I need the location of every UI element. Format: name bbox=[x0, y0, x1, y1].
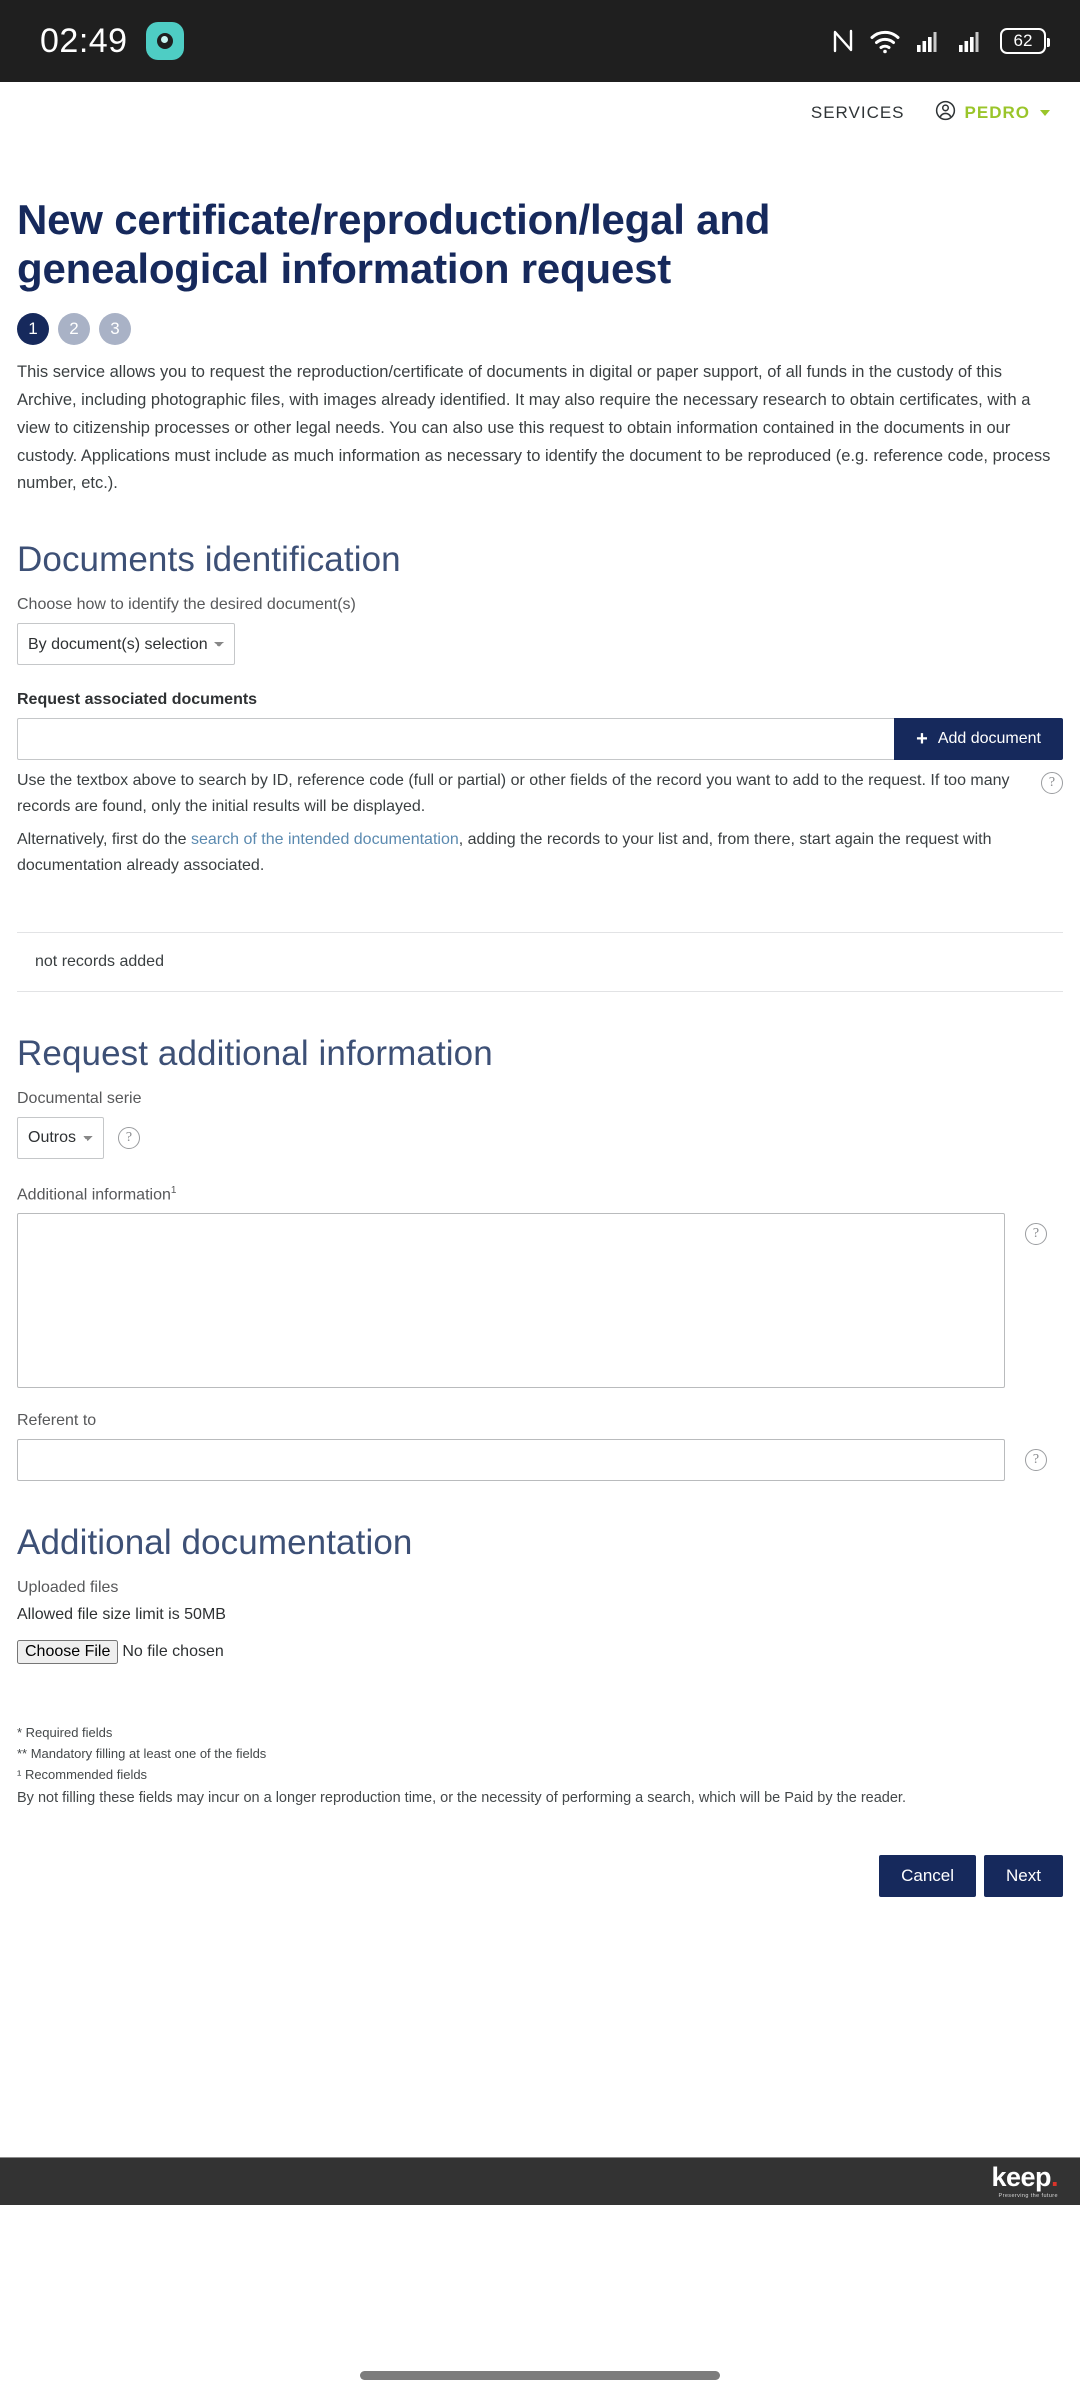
battery-level: 62 bbox=[1013, 31, 1033, 50]
status-bar-clock: 02:49 bbox=[40, 21, 128, 60]
battery-indicator: 62 bbox=[1000, 28, 1050, 54]
help-circle-icon[interactable]: ? bbox=[1025, 1222, 1047, 1245]
help-circle-icon[interactable]: ? bbox=[1025, 1448, 1047, 1471]
search-hint-text: Use the textbox above to search by ID, r… bbox=[17, 768, 1031, 880]
keep-logo[interactable]: keep. Preserving the future bbox=[991, 2164, 1058, 2200]
referent-to-label: Referent to bbox=[17, 1411, 97, 1429]
page-content: New certificate/reproduction/legal and g… bbox=[0, 196, 1080, 1897]
hint-pre-text: Alternatively, first do the bbox=[17, 830, 191, 848]
additional-information-label-superscript: 1 bbox=[170, 1184, 177, 1196]
additional-information-label-text: Additional information bbox=[17, 1185, 171, 1203]
cellular-signal-icon bbox=[916, 28, 942, 54]
cancel-button[interactable]: Cancel bbox=[879, 1854, 977, 1897]
referent-to-input[interactable] bbox=[17, 1438, 1005, 1481]
step-1[interactable]: 1 bbox=[17, 313, 49, 346]
add-document-button[interactable]: + Add document bbox=[894, 718, 1063, 761]
keep-logo-word: keep. bbox=[991, 2164, 1058, 2191]
help-circle-icon[interactable]: ? bbox=[1041, 772, 1063, 795]
documental-serie-label: Documental serie bbox=[17, 1089, 142, 1107]
camera-app-icon bbox=[145, 22, 184, 60]
search-hint-line-1: Use the textbox above to search by ID, r… bbox=[17, 772, 1010, 816]
search-hint-line-2: Alternatively, first do the search of th… bbox=[17, 827, 1031, 880]
documental-serie-row: Outros ? bbox=[17, 1116, 1063, 1159]
search-documentation-link[interactable]: search of the intended documentation bbox=[191, 831, 459, 848]
nfc-icon bbox=[832, 28, 854, 54]
android-gesture-bar[interactable] bbox=[360, 2371, 720, 2380]
plus-icon: + bbox=[916, 728, 928, 751]
status-bar-left: 02:49 bbox=[40, 22, 184, 61]
keep-logo-text: keep bbox=[991, 2162, 1051, 2192]
services-link[interactable]: SERVICES bbox=[811, 103, 905, 123]
step-indicator: 1 2 3 bbox=[17, 313, 1063, 346]
identify-method-select[interactable]: By document(s) selection bbox=[17, 623, 235, 666]
site-header: SERVICES PEDRO bbox=[0, 82, 1080, 144]
user-circle-icon bbox=[935, 100, 956, 126]
footnote-recommended: ¹ Recommended fields bbox=[17, 1767, 148, 1783]
site-footer: keep. Preserving the future bbox=[0, 2157, 1080, 2205]
keep-logo-dot: . bbox=[1050, 2162, 1059, 2192]
wifi-icon bbox=[870, 28, 900, 54]
documents-identification-heading: Documents identification bbox=[17, 540, 401, 580]
choose-identify-label: Choose how to identify the desired docum… bbox=[17, 596, 356, 614]
add-document-label: Add document bbox=[937, 730, 1041, 748]
next-button[interactable]: Next bbox=[984, 1854, 1063, 1897]
keep-logo-tagline: Preserving the future bbox=[998, 2193, 1058, 2199]
page-title: New certificate/reproduction/legal and g… bbox=[17, 196, 771, 292]
documental-serie-select[interactable]: Outros bbox=[17, 1116, 104, 1159]
status-bar-right: 62 bbox=[832, 28, 1050, 54]
request-associated-documents-label: Request associated documents bbox=[17, 691, 258, 709]
uploaded-files-label: Uploaded files bbox=[17, 1578, 119, 1596]
associated-documents-search-row: + Add document bbox=[17, 718, 1063, 761]
search-hint-block: Use the textbox above to search by ID, r… bbox=[17, 768, 1063, 880]
footnote-required: * Required fields bbox=[17, 1724, 113, 1740]
file-upload-input[interactable] bbox=[17, 1639, 320, 1664]
file-size-note: Allowed file size limit is 50MB bbox=[17, 1605, 226, 1623]
additional-information-label: Additional information1 bbox=[17, 1185, 1063, 1204]
footnotes-block: * Required fields ** Mandatory filling a… bbox=[17, 1722, 1063, 1811]
additional-information-heading: Request additional information bbox=[17, 1033, 493, 1073]
step-2[interactable]: 2 bbox=[58, 313, 90, 346]
step-3[interactable]: 3 bbox=[99, 313, 131, 346]
additional-information-row: ? bbox=[17, 1212, 1063, 1388]
chevron-down-icon bbox=[1040, 110, 1050, 116]
user-name: PEDRO bbox=[964, 103, 1030, 122]
android-status-bar: 02:49 62 bbox=[0, 0, 1080, 82]
footnote-note: By not filling these fields may incur on… bbox=[17, 1790, 906, 1807]
referent-to-row: ? bbox=[17, 1438, 1063, 1481]
cellular-signal-icon bbox=[958, 28, 984, 54]
additional-documentation-heading: Additional documentation bbox=[17, 1522, 413, 1562]
additional-information-textarea[interactable] bbox=[17, 1212, 1005, 1388]
no-records-row: not records added bbox=[17, 931, 1063, 992]
user-menu[interactable]: PEDRO bbox=[935, 100, 1050, 126]
form-actions: Cancel Next bbox=[17, 1854, 1063, 1897]
intro-paragraph: This service allows you to request the r… bbox=[17, 363, 1051, 493]
footnote-mandatory: ** Mandatory filling at least one of the… bbox=[17, 1745, 267, 1761]
help-circle-icon[interactable]: ? bbox=[118, 1126, 140, 1149]
document-search-input[interactable] bbox=[17, 718, 895, 761]
